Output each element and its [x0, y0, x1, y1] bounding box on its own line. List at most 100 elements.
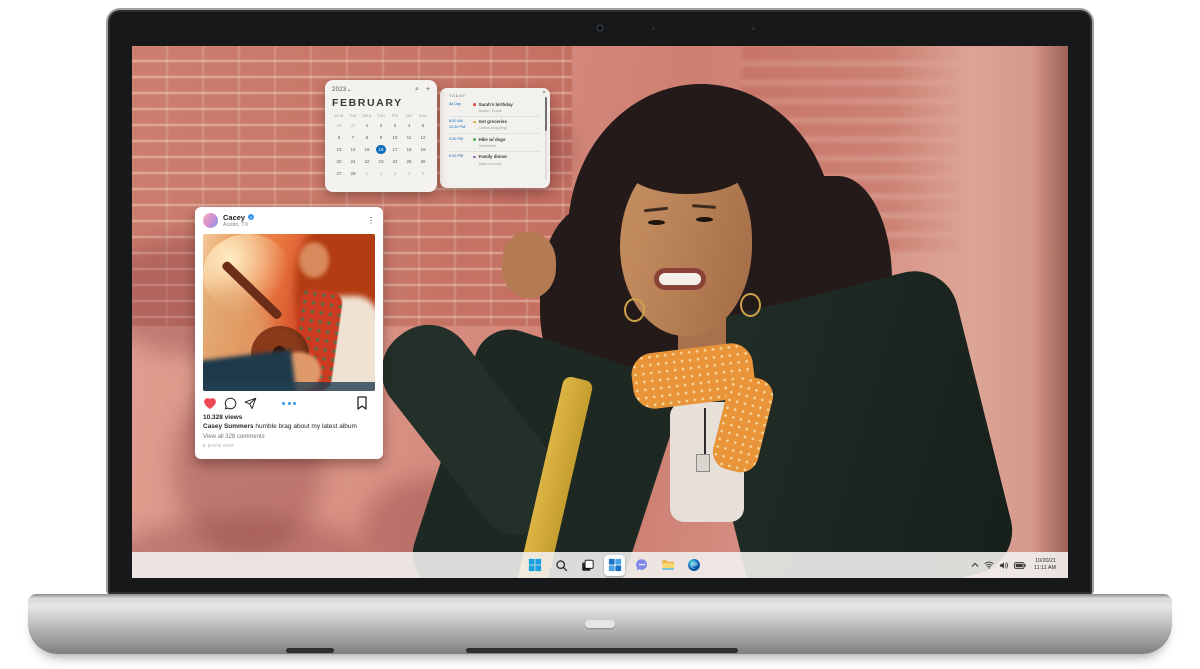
agenda-header: TODAY: [449, 94, 466, 98]
carousel-dot: [293, 401, 296, 405]
post-author[interactable]: Casey Summers: [203, 423, 254, 430]
chat-icon[interactable]: [633, 556, 651, 574]
calendar-day[interactable]: 24: [388, 156, 402, 167]
calendar-day[interactable]: 5: [416, 120, 430, 131]
calendar-day-headers: MON TUE WED THU FRI SAT SUN: [332, 114, 430, 118]
agenda-event-row[interactable]: All Day Sarah's birthday Austin, Texas: [449, 99, 540, 116]
battery-icon[interactable]: [1014, 561, 1026, 569]
event-time: 6:30 PM: [449, 154, 464, 159]
agenda-event-row[interactable]: 6:30 PM Family dinner Mom's house: [449, 150, 540, 169]
calendar-day[interactable]: 2: [374, 168, 388, 179]
calendar-day[interactable]: 14: [346, 144, 360, 155]
calendar-day[interactable]: 7: [346, 132, 360, 143]
post-caption: Casey Summers humble brag about my lates…: [203, 423, 357, 430]
calendar-day[interactable]: 5: [416, 168, 430, 179]
laptop-foot: [286, 648, 334, 653]
woman-smile-teeth: [659, 273, 701, 285]
social-post-card: Cacey ✓ Austin, TX ⋮ 10.328 views Casey …: [195, 207, 383, 459]
share-icon[interactable]: [244, 397, 257, 410]
like-heart-icon[interactable]: [203, 397, 217, 410]
calendar-day[interactable]: 31: [346, 120, 360, 131]
calendar-day-header: SUN: [418, 114, 428, 118]
edge-icon[interactable]: [685, 556, 703, 574]
necklace-pendant: [696, 454, 710, 472]
agenda-panel: × TODAY All Day Sarah's birthday Austin, T…: [440, 88, 550, 188]
calendar-widget: 2023⌄ ⌕ + FEBRUARY MON TUE WED THU FRI SAT SUN…: [325, 80, 437, 192]
calendar-grid: 30 31 1 2 3 4 5 6 7 8 9 10 11 12 13 14 15 16 17 18 19 20 21 22 2…: [332, 120, 430, 179]
calendar-day[interactable]: 19: [416, 144, 430, 155]
calendar-day-header: WED: [362, 114, 372, 118]
microphone-dot: [752, 27, 755, 30]
chevron-up-icon[interactable]: [971, 561, 979, 569]
calendar-day[interactable]: 1: [360, 168, 374, 179]
tray-time: 11:11 AM: [1034, 565, 1056, 571]
calendar-day[interactable]: 4: [402, 168, 416, 179]
calendar-day[interactable]: 20: [332, 156, 346, 167]
post-photo-ukulele[interactable]: [203, 234, 375, 391]
avatar[interactable]: [203, 213, 218, 228]
event-subtitle: Greenbelt: [478, 142, 496, 148]
post-action-bar: [195, 393, 383, 413]
post-view-count: 10.328 views: [203, 414, 243, 421]
calendar-day[interactable]: 22: [360, 156, 374, 167]
calendar-day[interactable]: 27: [332, 168, 346, 179]
carousel-dot: [282, 401, 285, 405]
post-username[interactable]: Cacey: [223, 213, 245, 222]
calendar-day[interactable]: 13: [332, 144, 346, 155]
search-icon[interactable]: [552, 556, 570, 574]
calendar-day-header: SAT: [405, 114, 413, 118]
event-color-dot: [473, 120, 476, 124]
calendar-day[interactable]: 1: [360, 120, 374, 131]
add-event-icon[interactable]: +: [426, 86, 430, 93]
webcam: [596, 24, 604, 32]
post-header: Cacey ✓ Austin, TX ⋮: [195, 207, 383, 234]
calendar-day[interactable]: 25: [402, 156, 416, 167]
calendar-day[interactable]: 2: [374, 120, 388, 131]
carousel-dot: [287, 401, 291, 405]
laptop-base: [28, 594, 1172, 654]
taskbar-clock[interactable]: 10/20/21 11:11 AM: [1034, 558, 1056, 573]
verified-badge-icon: ✓: [248, 214, 255, 221]
event-color-dot: [473, 155, 476, 159]
calendar-day[interactable]: 28: [346, 168, 360, 179]
start-icon[interactable]: [526, 556, 544, 574]
calendar-day[interactable]: 8: [360, 132, 374, 143]
calendar-day[interactable]: 15: [360, 144, 374, 155]
taskbar: 10/20/21 11:11 AM: [132, 552, 1068, 578]
calendar-day[interactable]: 21: [346, 156, 360, 167]
calendar-day-selected[interactable]: 16: [374, 144, 388, 155]
calendar-day[interactable]: 3: [388, 168, 402, 179]
calendar-day[interactable]: 18: [402, 144, 416, 155]
agenda-event-row[interactable]: 3:30 PM Hike w/ dogs Greenbelt: [449, 133, 540, 151]
more-options-icon[interactable]: ⋮: [367, 216, 375, 225]
comment-icon[interactable]: [224, 397, 237, 410]
volume-icon[interactable]: [999, 561, 1009, 570]
calendar-year-selector[interactable]: 2023⌄: [332, 86, 352, 93]
calendar-day[interactable]: 12: [416, 132, 430, 143]
wifi-icon[interactable]: [984, 561, 994, 569]
calendar-day[interactable]: 26: [416, 156, 430, 167]
view-comments-link[interactable]: View all 328 comments: [203, 434, 375, 440]
agenda-event-row[interactable]: 8:00 AM 12:30 PM Get groceries Online shopp…: [449, 115, 540, 134]
microphone-dot: [652, 27, 655, 30]
system-tray: 10/20/21 11:11 AM: [971, 552, 1056, 578]
calendar-day[interactable]: 17: [388, 144, 402, 155]
calendar-day[interactable]: 30: [332, 120, 346, 131]
active-app-icon[interactable]: [604, 554, 625, 576]
calendar-day[interactable]: 23: [374, 156, 388, 167]
file-explorer-icon[interactable]: [659, 556, 677, 574]
calendar-day[interactable]: 10: [388, 132, 402, 143]
post-location[interactable]: Austin, TX: [223, 222, 367, 229]
task-view-icon[interactable]: [578, 556, 596, 574]
search-icon[interactable]: ⌕: [415, 86, 419, 93]
scrollbar-thumb[interactable]: [544, 97, 547, 131]
calendar-day[interactable]: 6: [332, 132, 346, 143]
laptop-lid: 2023⌄ ⌕ + FEBRUARY MON TUE WED THU FRI SAT SUN…: [106, 8, 1094, 594]
bookmark-icon[interactable]: [356, 396, 368, 410]
event-time: 8:00 AM 12:30 PM: [449, 119, 466, 129]
calendar-day[interactable]: 4: [402, 120, 416, 131]
event-time: All Day: [449, 101, 462, 106]
calendar-day[interactable]: 3: [388, 120, 402, 131]
calendar-day[interactable]: 9: [374, 132, 388, 143]
calendar-day[interactable]: 11: [402, 132, 416, 143]
